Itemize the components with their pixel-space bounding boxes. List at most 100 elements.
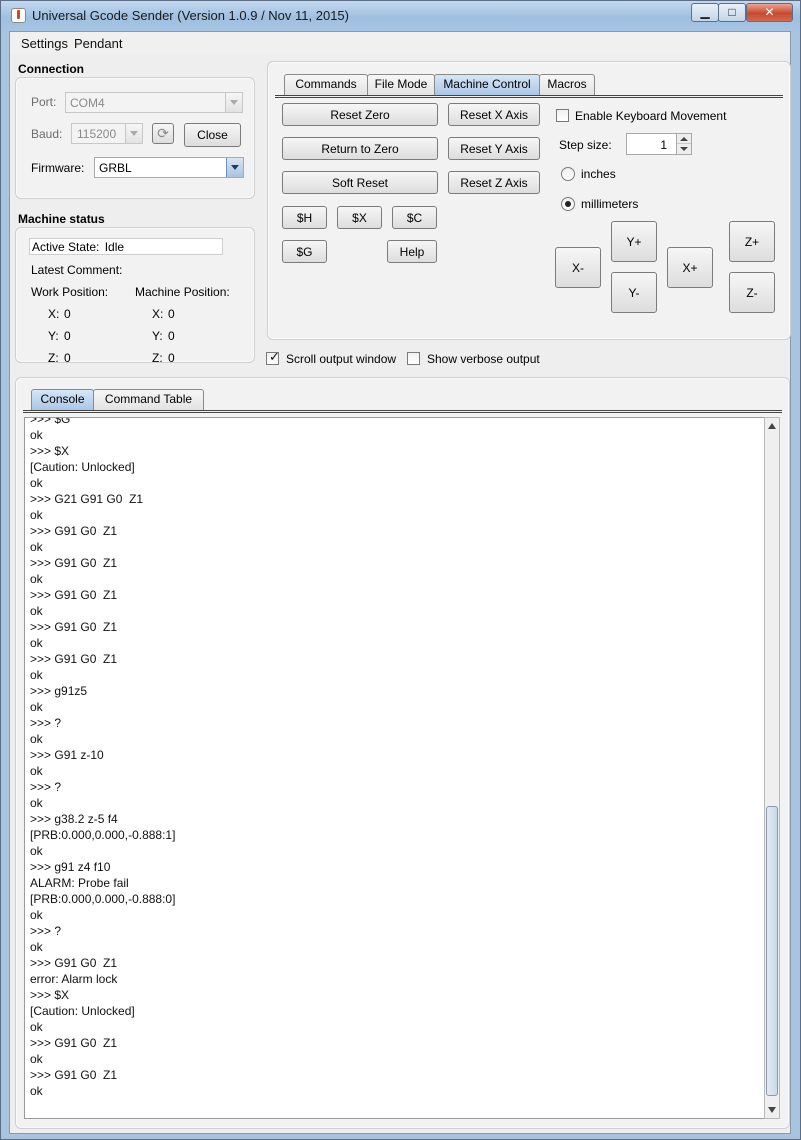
- app-window: Universal Gcode Sender (Version 1.0.9 / …: [0, 0, 801, 1140]
- console-line: ok: [30, 572, 43, 586]
- tab-commands[interactable]: Commands: [284, 74, 368, 95]
- active-state-field: Active State: Idle: [29, 238, 223, 255]
- help-button[interactable]: Help: [387, 240, 437, 263]
- menu-bar: Settings Pendant: [10, 32, 790, 54]
- console-line: ok: [30, 1020, 43, 1034]
- console-tab-divider: [23, 410, 782, 413]
- console-line: >>> G91 G0 Z1: [30, 1068, 118, 1082]
- spinner-down-icon[interactable]: [677, 144, 691, 154]
- jog-z-plus-button[interactable]: Z+: [729, 221, 775, 262]
- jog-y-minus-button[interactable]: Y-: [611, 272, 657, 313]
- window-title: Universal Gcode Sender (Version 1.0.9 / …: [32, 8, 349, 23]
- refresh-ports-button[interactable]: ⟳: [152, 123, 174, 144]
- window-client: Settings Pendant Connection Port: COM4 B…: [9, 31, 791, 1134]
- home-command-button[interactable]: $H: [282, 206, 327, 229]
- check-mode-command-button[interactable]: $C: [392, 206, 437, 229]
- maximize-button[interactable]: □: [718, 3, 746, 22]
- console-line: ok: [30, 700, 43, 714]
- scrollbar-thumb[interactable]: [766, 806, 778, 1096]
- reset-x-axis-button[interactable]: Reset X Axis: [448, 103, 540, 126]
- connection-title: Connection: [18, 62, 84, 76]
- console-line: >>> $G: [30, 417, 71, 426]
- menu-settings[interactable]: Settings: [21, 36, 68, 51]
- radio-selected-dot: [565, 201, 571, 207]
- spinner-buttons: [676, 134, 691, 154]
- enable-keyboard-label: Enable Keyboard Movement: [575, 109, 727, 123]
- chevron-down-icon: [125, 124, 142, 143]
- inches-label: inches: [581, 167, 616, 181]
- inches-radio[interactable]: [561, 167, 575, 181]
- console-line: ok: [30, 940, 43, 954]
- console-line: >>> $X: [30, 988, 70, 1002]
- console-line: ok: [30, 764, 43, 778]
- console-line: >>> ?: [30, 780, 62, 794]
- step-size-spinner[interactable]: 1: [626, 133, 692, 155]
- tab-console[interactable]: Console: [31, 389, 94, 410]
- soft-reset-button[interactable]: Soft Reset: [282, 171, 438, 194]
- verbose-output-label: Show verbose output: [427, 352, 540, 366]
- work-x-label: X:: [48, 307, 60, 321]
- checkmark-icon: ✓: [269, 349, 280, 364]
- jog-y-plus-button[interactable]: Y+: [611, 221, 657, 262]
- console-line: >>> G91 G0 Z1: [30, 652, 118, 666]
- work-x-value: 0: [64, 307, 71, 321]
- title-bar[interactable]: Universal Gcode Sender (Version 1.0.9 / …: [1, 1, 800, 31]
- console-line: [PRB:0.000,0.000,-0.888:0]: [30, 892, 176, 906]
- tab-file-mode[interactable]: File Mode: [367, 74, 435, 95]
- console-line: error: Alarm lock: [30, 972, 118, 986]
- jog-z-minus-button[interactable]: Z-: [729, 272, 775, 313]
- millimeters-radio[interactable]: [561, 197, 575, 211]
- menu-pendant[interactable]: Pendant: [74, 36, 122, 51]
- baud-select[interactable]: 115200: [71, 123, 143, 144]
- port-select[interactable]: COM4: [65, 92, 243, 113]
- reset-z-axis-button[interactable]: Reset Z Axis: [448, 171, 540, 194]
- scroll-output-checkbox[interactable]: ✓: [266, 349, 280, 365]
- tab-divider: [275, 95, 783, 98]
- console-line: ok: [30, 508, 43, 522]
- console-output[interactable]: >>> $G ok >>> $X [Caution: Unlocked] ok >>> G…: [24, 417, 766, 1119]
- console-scrollbar[interactable]: [764, 417, 780, 1119]
- jog-x-plus-button[interactable]: X+: [667, 247, 713, 288]
- active-state-label: Active State:: [32, 240, 100, 254]
- console-line: [PRB:0.000,0.000,-0.888:1]: [30, 828, 176, 842]
- millimeters-label: millimeters: [581, 197, 639, 211]
- port-label: Port:: [31, 95, 57, 109]
- console-line: >>> G91 G0 Z1: [30, 620, 118, 634]
- baud-value: 115200: [77, 127, 117, 141]
- close-connection-button[interactable]: Close: [184, 123, 241, 147]
- console-lines: >>> $G ok >>> $X [Caution: Unlocked] ok >>> G…: [30, 417, 176, 1099]
- gcode-state-command-button[interactable]: $G: [282, 240, 327, 263]
- minimize-button[interactable]: ▁: [691, 3, 719, 22]
- work-y-value: 0: [64, 329, 71, 343]
- firmware-label: Firmware:: [31, 161, 85, 175]
- scroll-down-icon[interactable]: [768, 1107, 776, 1113]
- spinner-up-icon[interactable]: [677, 134, 691, 144]
- tab-machine-control[interactable]: Machine Control: [434, 74, 540, 95]
- reset-zero-button[interactable]: Reset Zero: [282, 103, 438, 126]
- console-line: >>> G21 G91 G0 Z1: [30, 492, 144, 506]
- reset-y-axis-button[interactable]: Reset Y Axis: [448, 137, 540, 160]
- console-line: ALARM: Probe fail: [30, 876, 129, 890]
- console-line: >>> $X: [30, 444, 70, 458]
- tab-macros[interactable]: Macros: [539, 74, 595, 95]
- verbose-output-checkbox[interactable]: [407, 352, 420, 365]
- console-line: >>> ?: [30, 716, 62, 730]
- return-to-zero-button[interactable]: Return to Zero: [282, 137, 438, 160]
- firmware-value: GRBL: [99, 161, 132, 175]
- firmware-select[interactable]: GRBL: [94, 157, 244, 178]
- step-size-value: 1: [660, 138, 667, 152]
- console-line: ok: [30, 604, 43, 618]
- unlock-command-button[interactable]: $X: [337, 206, 382, 229]
- enable-keyboard-checkbox[interactable]: [556, 109, 569, 122]
- chevron-down-icon: [225, 93, 242, 112]
- machine-y-value: 0: [168, 329, 175, 343]
- close-window-button[interactable]: ✕: [746, 3, 793, 22]
- scroll-output-label: Scroll output window: [286, 352, 397, 366]
- machine-position-label: Machine Position:: [135, 285, 230, 299]
- jog-x-minus-button[interactable]: X-: [555, 247, 601, 288]
- console-line: >>> G91 G0 Z1: [30, 956, 118, 970]
- tab-command-table[interactable]: Command Table: [93, 389, 204, 410]
- machine-z-value: 0: [168, 351, 175, 365]
- machine-x-label: X:: [152, 307, 164, 321]
- scroll-up-icon[interactable]: [768, 423, 776, 429]
